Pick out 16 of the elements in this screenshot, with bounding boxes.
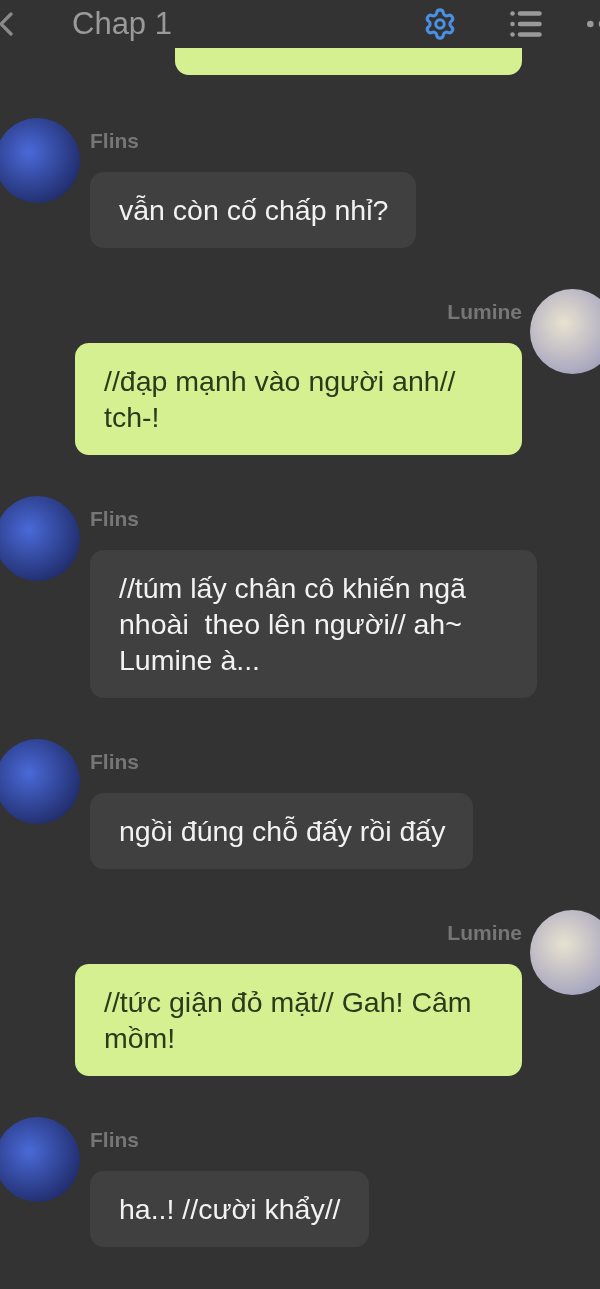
settings-icon[interactable] [423,7,457,41]
message-bubble: //đạp mạnh vào người anh// tch-! [75,343,522,455]
message-bubble: ngồi đúng chỗ đấy rồi đấy [90,793,474,869]
sender-name: Lumine [447,920,522,946]
message-bubble: ha..! //cười khẩy// [90,1171,369,1247]
avatar[interactable] [530,910,600,995]
chapter-title: Chap 1 [72,6,173,42]
message-bubble: vẫn còn cố chấp nhỉ? [90,172,417,248]
message-bubble: //túm lấy chân cô khiến ngã nhoài theo lên người// ah~ Lumine à... [90,550,537,698]
message-bubble: //tức giận đỏ mặt// Gah! Câm mồm! [75,964,522,1076]
sender-name: Lumine [447,299,522,325]
sender-name: Flins [90,1127,139,1153]
sender-name: Flins [90,506,139,532]
avatar[interactable] [530,289,600,374]
sender-name: Flins [90,749,139,775]
sender-name: Flins [90,128,139,154]
